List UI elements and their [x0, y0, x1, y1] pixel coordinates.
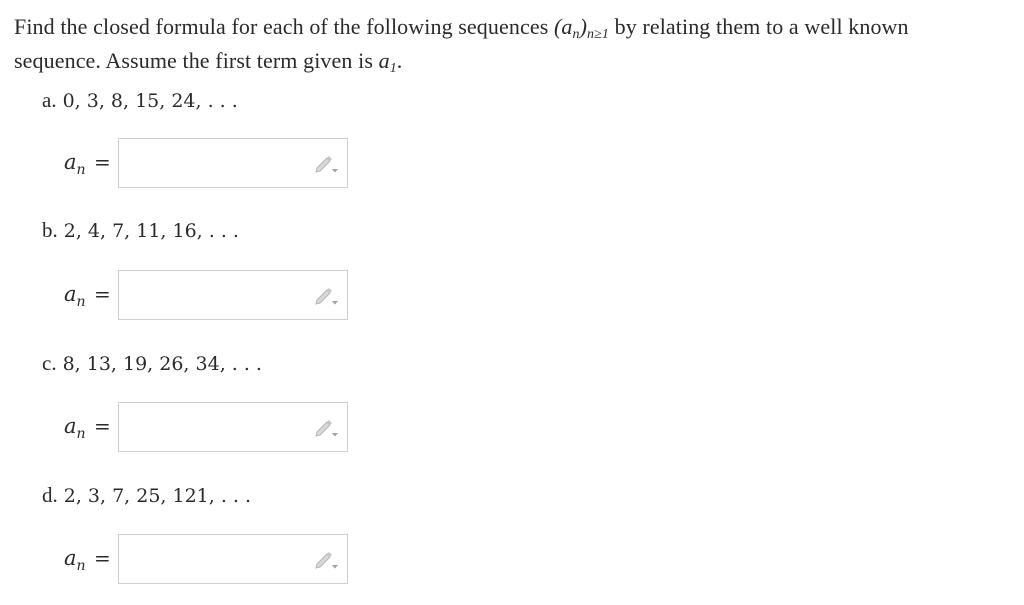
sequence-notation: (an)n≥1 [553, 14, 610, 42]
answer-row-b: an = [64, 270, 364, 322]
pencil-dropdown-icon[interactable] [313, 153, 339, 175]
prompt-text-2: by relating them to a well known [609, 14, 909, 39]
equals-sign: = [94, 282, 111, 306]
equals-sign: = [94, 546, 111, 570]
answer-input-a[interactable] [118, 138, 348, 188]
equals-sign: = [94, 150, 111, 174]
answer-lhs: an [64, 282, 86, 311]
pencil-dropdown-icon[interactable] [313, 549, 339, 571]
question-prompt: Find the closed formula for each of the … [14, 10, 1014, 78]
answer-input-d[interactable] [118, 534, 348, 584]
part-c-label: c. 8, 13, 19, 26, 34, . . . [42, 351, 262, 375]
answer-row-c: an = [64, 402, 364, 454]
part-b-sequence: 2, 4, 7, 11, 16, . . . [63, 220, 239, 242]
prompt-text-3: sequence. Assume the first term given is [14, 48, 379, 73]
prompt-text-1: Find the closed formula for each of the … [14, 14, 554, 39]
pencil-dropdown-icon[interactable] [313, 285, 339, 307]
part-a-sequence: 0, 3, 8, 15, 24, . . . [62, 90, 238, 112]
answer-row-a: an = [64, 138, 364, 190]
answer-input-b[interactable] [118, 270, 348, 320]
part-d-sequence: 2, 3, 7, 25, 121, . . . [63, 485, 252, 507]
answer-row-d: an = [64, 534, 364, 586]
part-a-label: a. 0, 3, 8, 15, 24, . . . [42, 88, 238, 112]
part-c-sequence: 8, 13, 19, 26, 34, . . . [62, 353, 262, 375]
answer-lhs: an [64, 414, 86, 443]
prompt-text-4: . [396, 48, 403, 73]
pencil-dropdown-icon[interactable] [313, 417, 339, 439]
answer-lhs: an [64, 150, 86, 179]
answer-input-c[interactable] [118, 402, 348, 452]
answer-lhs: an [64, 546, 86, 575]
equals-sign: = [94, 414, 111, 438]
part-b-label: b. 2, 4, 7, 11, 16, . . . [42, 218, 239, 242]
first-term-notation: a1 [378, 48, 397, 76]
part-d-label: d. 2, 3, 7, 25, 121, . . . [42, 483, 252, 507]
